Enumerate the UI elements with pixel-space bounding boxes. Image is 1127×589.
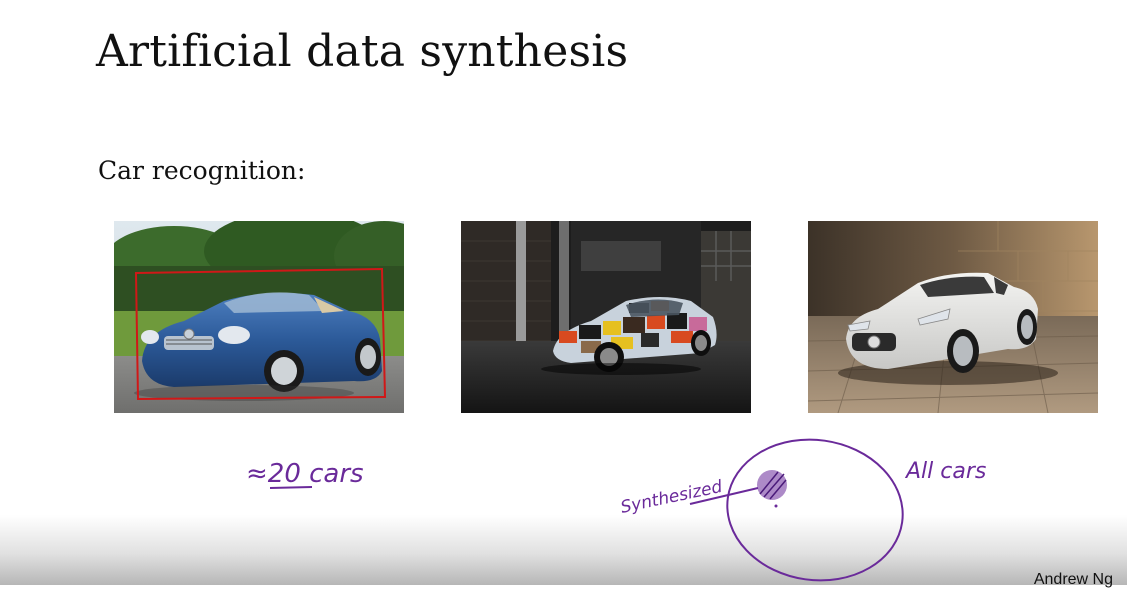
- slide: Artificial data synthesis Car recognitio…: [0, 0, 1127, 588]
- author-credit: Andrew Ng: [1033, 571, 1113, 588]
- bottom-shadow-bar: [0, 515, 1127, 585]
- synthesized-label: Synthesized: [619, 477, 724, 518]
- slide-title: Artificial data synthesis: [96, 26, 629, 77]
- car-photo-camouflage: [461, 221, 751, 413]
- car-photo-blue-convertible: [114, 221, 404, 413]
- count-note: ≈20 cars: [246, 459, 364, 489]
- all-cars-label: All cars: [904, 459, 986, 484]
- car-photo-white-sports: [808, 221, 1098, 413]
- slide-subtitle: Car recognition:: [98, 156, 306, 185]
